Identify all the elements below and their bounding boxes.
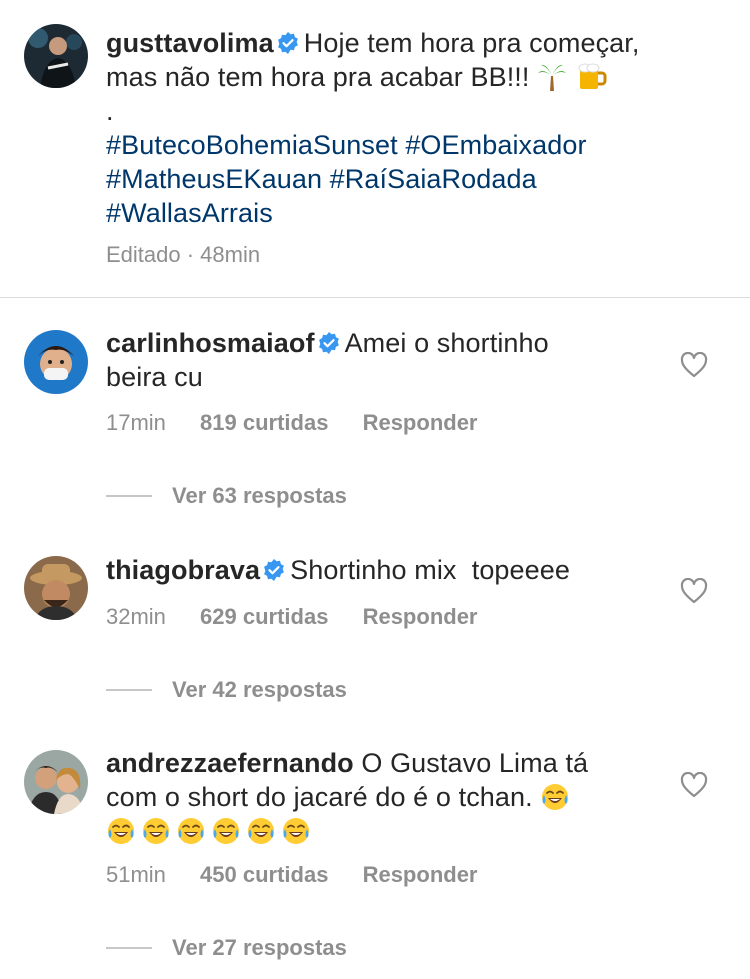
comment-time: 17min: [106, 410, 166, 435]
view-replies-label: Ver 27 respostas: [172, 935, 347, 960]
caption-text: gusttavolima Hoje tem hora pra começar, …: [106, 26, 706, 230]
edited-timestamp: Editado · 48min: [106, 242, 261, 267]
caption-line-1: Hoje tem hora pra começar,: [303, 28, 640, 58]
view-replies-button[interactable]: Ver 42 respostas: [106, 677, 347, 703]
comment-line-1: O Gustavo Lima tá: [361, 748, 589, 778]
avatar[interactable]: [24, 330, 88, 394]
hashtag[interactable]: #ButecoBohemiaSunset: [106, 130, 398, 160]
avatar[interactable]: [24, 750, 88, 814]
replies-line: [106, 689, 152, 691]
comment-text: carlinhosmaiaof Amei o shortinho beira c…: [106, 326, 666, 394]
tears-of-joy-emoji: [108, 818, 134, 844]
heart-outline-icon[interactable]: [680, 352, 708, 378]
comment-username[interactable]: andrezzaefernando: [106, 748, 354, 778]
comment-username[interactable]: thiagobrava: [106, 555, 260, 585]
reply-button[interactable]: Responder: [363, 604, 478, 629]
reply-button[interactable]: Responder: [363, 862, 478, 887]
verified-badge-icon: [277, 32, 298, 54]
comment-meta: 32min 629 curtidas Responder: [106, 604, 506, 630]
view-replies-label: Ver 42 respostas: [172, 677, 347, 702]
heart-outline-icon[interactable]: [680, 772, 708, 798]
heart-outline-icon[interactable]: [680, 578, 708, 604]
view-replies-button[interactable]: Ver 63 respostas: [106, 483, 347, 509]
hashtag[interactable]: #MatheusEKauan: [106, 164, 322, 194]
comment-line-2: beira cu: [106, 362, 203, 392]
replies-line: [106, 947, 152, 949]
comment-username[interactable]: carlinhosmaiaof: [106, 328, 315, 358]
caption-line-2: mas não tem hora pra acabar BB!!!: [106, 62, 530, 92]
verified-badge-icon: [264, 559, 285, 581]
tears-of-joy-emoji: [143, 818, 169, 844]
comment-meta: 17min 819 curtidas Responder: [106, 410, 506, 436]
comment-time: 32min: [106, 604, 166, 629]
palm-tree-emoji: [538, 64, 567, 91]
comment-text: andrezzaefernando O Gustavo Lima tá com …: [106, 746, 666, 848]
post-meta: Editado · 48min: [106, 242, 288, 268]
replies-line: [106, 495, 152, 497]
caption-dot: .: [106, 96, 114, 126]
comment-line-2: com o short do jacaré do é o tchan.: [106, 782, 533, 812]
comment-time: 51min: [106, 862, 166, 887]
emoji-row-line-3: [106, 816, 316, 846]
post-username[interactable]: gusttavolima: [106, 28, 274, 58]
avatar[interactable]: [24, 24, 88, 88]
hashtag[interactable]: #OEmbaixador: [405, 130, 586, 160]
verified-badge-icon: [318, 332, 339, 354]
post-caption: gusttavolima Hoje tem hora pra começar, …: [0, 0, 750, 298]
view-replies-button[interactable]: Ver 27 respostas: [106, 935, 347, 961]
tears-of-joy-emoji: [542, 784, 569, 810]
hashtag[interactable]: #WallasArrais: [106, 198, 273, 228]
beer-mug-emoji: [578, 63, 607, 89]
tears-of-joy-emoji: [213, 818, 239, 844]
comment-text: thiagobrava Shortinho mix topeeee: [106, 553, 666, 587]
divider: [0, 297, 750, 298]
emoji-row-line-2: [540, 782, 575, 812]
likes-count[interactable]: 629 curtidas: [200, 604, 328, 629]
hashtag[interactable]: #RaíSaiaRodada: [330, 164, 537, 194]
comment-line-1: Shortinho mix topeeee: [290, 555, 571, 585]
comment-line-1: Amei o shortinho: [344, 328, 549, 358]
likes-count[interactable]: 450 curtidas: [200, 862, 328, 887]
tears-of-joy-emoji: [178, 818, 204, 844]
tears-of-joy-emoji: [283, 818, 309, 844]
comment-meta: 51min 450 curtidas Responder: [106, 862, 506, 888]
avatar[interactable]: [24, 556, 88, 620]
likes-count[interactable]: 819 curtidas: [200, 410, 328, 435]
reply-button[interactable]: Responder: [363, 410, 478, 435]
view-replies-label: Ver 63 respostas: [172, 483, 347, 508]
tears-of-joy-emoji: [248, 818, 274, 844]
